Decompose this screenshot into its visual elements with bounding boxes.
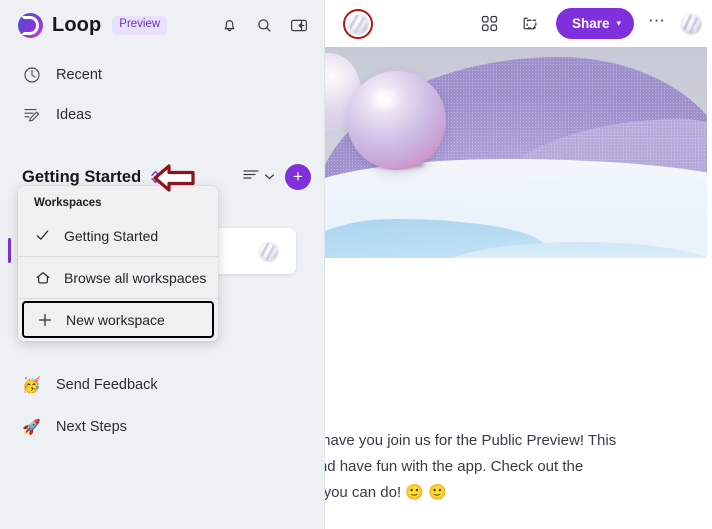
check-icon <box>34 227 51 244</box>
hero-banner-image <box>325 47 707 258</box>
pencil-board-icon <box>22 106 41 125</box>
sidebar-item-label: Next Steps <box>56 419 127 435</box>
document-thumbnail-icon <box>258 240 279 262</box>
sort-button[interactable] <box>242 167 275 187</box>
collapse-panel-icon[interactable] <box>287 14 311 38</box>
menu-section-label: Workspaces <box>34 197 102 209</box>
share-button-label: Share <box>571 16 610 31</box>
document-body-text: l to have you join us for the Public Pre… <box>325 428 712 506</box>
apps-grid-icon[interactable] <box>476 10 504 38</box>
menu-divider <box>18 298 218 299</box>
sidebar-item-label: Send Feedback <box>56 377 158 393</box>
chevron-up-down-icon[interactable] <box>148 168 162 186</box>
chevron-down-icon <box>264 168 275 186</box>
home-icon <box>34 269 51 286</box>
user-avatar[interactable] <box>680 12 702 35</box>
notifications-icon[interactable] <box>217 14 241 38</box>
search-icon[interactable] <box>252 14 276 38</box>
plus-icon <box>36 311 53 328</box>
components-icon[interactable] <box>516 10 544 38</box>
app-name: Loop <box>52 14 102 36</box>
sidebar-item-label: Ideas <box>56 107 92 123</box>
menu-item-label: New workspace <box>66 311 165 328</box>
menu-divider <box>18 256 218 257</box>
document-thumbnail-button[interactable] <box>343 9 373 39</box>
toolbar-actions: Share ▾ ⋯ <box>476 0 702 47</box>
selection-indicator-bar <box>8 238 11 263</box>
workspace-actions: + <box>242 164 311 190</box>
more-options-button[interactable]: ⋯ <box>646 12 668 35</box>
workspaces-dropdown-menu: Workspaces Getting Started Browse all wo… <box>18 186 218 341</box>
left-sidebar: Loop Preview Recent Ideas Getting Starte… <box>0 0 325 529</box>
workspace-title[interactable]: Getting Started <box>22 168 141 187</box>
menu-item-label: Browse all workspaces <box>64 269 207 286</box>
main-content-pane: Share ▾ ⋯ l to have you join us for the … <box>325 0 712 529</box>
rocket-icon: 🚀 <box>22 419 41 436</box>
sidebar-header: Loop Preview <box>0 0 324 51</box>
sidebar-item-send-feedback[interactable]: 🥳 Send Feedback <box>0 368 324 402</box>
chevron-down-icon: ▾ <box>616 18 621 28</box>
preview-badge: Preview <box>112 16 168 35</box>
share-button[interactable]: Share ▾ <box>555 8 634 39</box>
menu-item-getting-started[interactable]: Getting Started <box>18 217 218 254</box>
sidebar-item-next-steps[interactable]: 🚀 Next Steps <box>0 410 324 444</box>
menu-item-browse-all-workspaces[interactable]: Browse all workspaces <box>18 259 218 296</box>
body-line: l to have you join us for the Public Pre… <box>325 432 617 449</box>
hero-sphere-main <box>347 71 446 170</box>
add-workspace-item-button[interactable]: + <box>285 164 311 190</box>
clock-icon <box>22 66 41 85</box>
loop-logo-icon <box>18 13 43 38</box>
sidebar-header-actions <box>217 14 311 38</box>
body-line: n and have fun with the app. Check out t… <box>325 458 584 475</box>
document-thumbnail-icon <box>347 13 369 35</box>
menu-item-label: Getting Started <box>64 227 159 244</box>
sidebar-item-ideas[interactable]: Ideas <box>0 98 324 132</box>
body-line: uff you can do! 🙂 🙂 <box>325 484 447 501</box>
menu-item-new-workspace[interactable]: New workspace <box>22 301 214 338</box>
document-toolbar: Share ▾ ⋯ <box>325 0 712 47</box>
app-root: Share ▾ ⋯ l to have you join us for the … <box>0 0 712 529</box>
sort-lines-icon <box>242 167 261 187</box>
sidebar-item-recent[interactable]: Recent <box>0 58 324 92</box>
sidebar-item-label: Recent <box>56 67 102 83</box>
party-face-icon: 🥳 <box>22 377 41 394</box>
